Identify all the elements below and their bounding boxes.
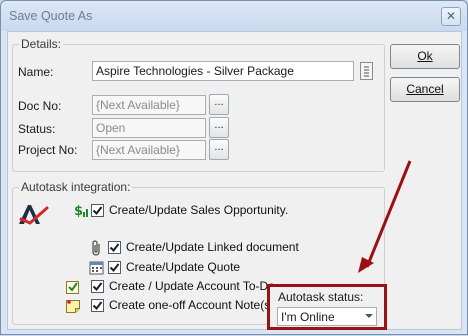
- dollar-sign-icon: $: [74, 203, 88, 222]
- account-todo-checkbox[interactable]: [91, 280, 104, 293]
- autotask-status-panel: Autotask status: I'm Online: [267, 284, 387, 330]
- linked-document-label: Create/Update Linked document: [126, 240, 299, 254]
- status-label: Status:: [18, 122, 56, 136]
- sales-opportunity-label: Create/Update Sales Opportunity.: [109, 203, 289, 217]
- close-button[interactable]: ✕: [441, 7, 461, 26]
- details-group: Details: Name: Aspire Technologies - Sil…: [12, 37, 385, 172]
- autotask-status-value: I'm Online: [281, 310, 335, 324]
- doc-no-field[interactable]: {Next Available}: [92, 95, 206, 115]
- note-icon: [65, 298, 81, 317]
- quote-checkbox[interactable]: [108, 261, 121, 274]
- project-no-browse-button[interactable]: ...: [209, 139, 229, 160]
- ok-button[interactable]: Ok: [390, 44, 460, 69]
- title-bar: Save Quote As ✕: [1, 1, 467, 31]
- cancel-button-label: Cancel: [406, 82, 444, 96]
- account-note-label: Create one-off Account Note(s): [109, 298, 275, 312]
- calendar-icon: [89, 260, 105, 279]
- project-no-field[interactable]: {Next Available}: [92, 140, 206, 160]
- cancel-button[interactable]: Cancel: [390, 77, 460, 102]
- sales-opportunity-checkbox[interactable]: [91, 204, 104, 217]
- project-no-label: Project No:: [18, 143, 78, 157]
- name-list-icon[interactable]: [360, 62, 373, 80]
- dialog-title: Save Quote As: [9, 9, 93, 23]
- details-group-label: Details:: [19, 37, 64, 51]
- status-field[interactable]: Open: [92, 118, 206, 138]
- todo-check-icon: [65, 279, 81, 298]
- account-note-checkbox[interactable]: [91, 299, 104, 312]
- name-field[interactable]: Aspire Technologies - Silver Package: [92, 61, 354, 81]
- save-quote-dialog: Save Quote As ✕ Details: Name: Aspire Te…: [0, 0, 468, 335]
- doc-no-label: Doc No:: [18, 99, 62, 113]
- svg-text:$: $: [74, 204, 83, 219]
- paperclip-icon: [90, 240, 104, 259]
- quote-label: Create/Update Quote: [126, 260, 241, 274]
- autotask-status-select[interactable]: I'm Online: [277, 307, 377, 326]
- status-browse-button[interactable]: ...: [209, 117, 229, 138]
- autotask-status-label: Autotask status:: [278, 290, 364, 304]
- autotask-logo-icon: [17, 202, 51, 231]
- doc-no-browse-button[interactable]: ...: [209, 94, 229, 115]
- autotask-group-label: Autotask integration:: [19, 180, 133, 194]
- name-label: Name:: [18, 65, 54, 79]
- account-todo-label: Create / Update Account To-Do: [109, 279, 275, 293]
- dialog-body: Details: Name: Aspire Technologies - Sil…: [7, 31, 462, 330]
- ok-button-label: Ok: [417, 49, 433, 63]
- linked-document-checkbox[interactable]: [108, 241, 121, 254]
- chevron-down-icon[interactable]: [365, 314, 373, 318]
